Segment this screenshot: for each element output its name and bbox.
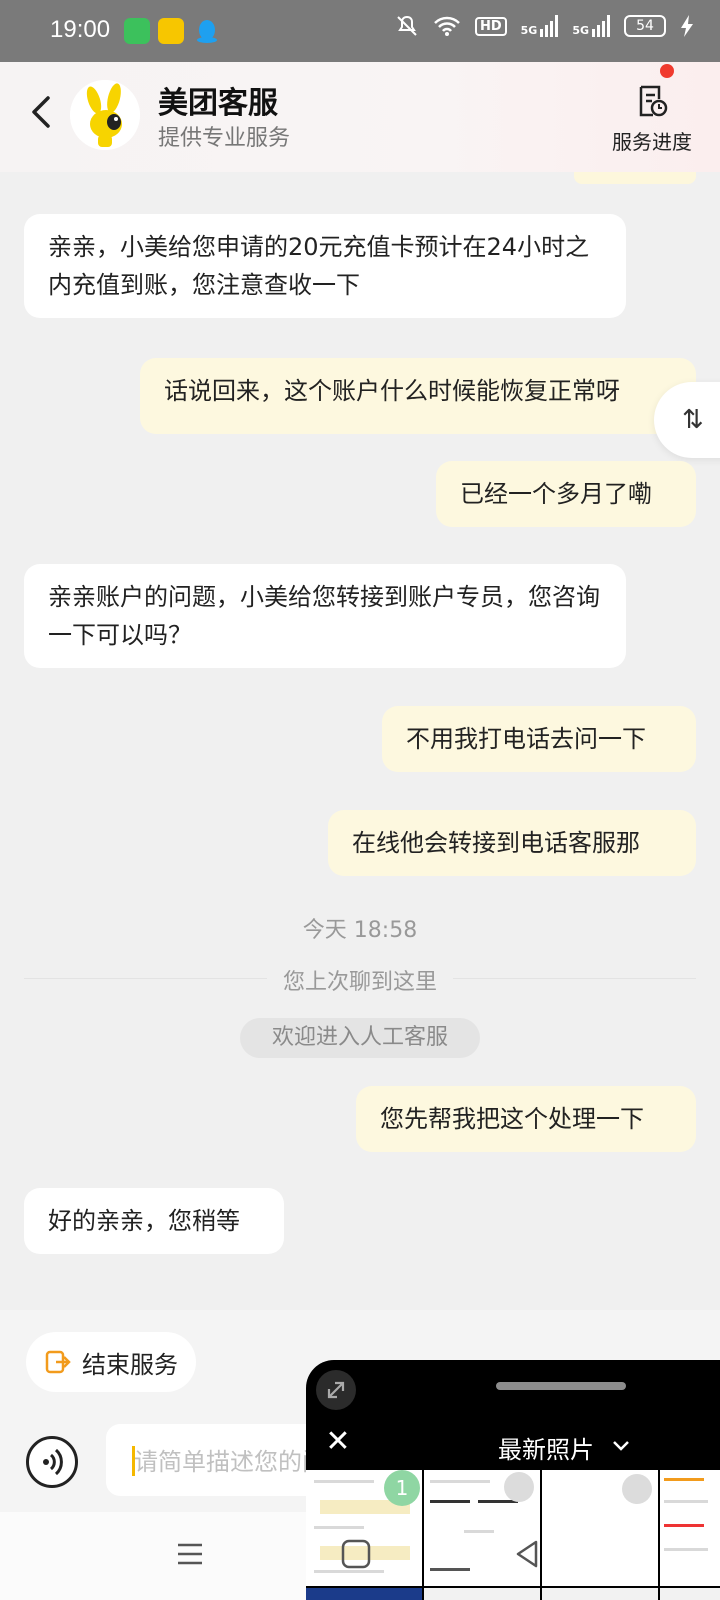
end-service-button[interactable]: 结束服务: [26, 1332, 196, 1392]
message-bot: 好的亲亲，您稍等: [24, 1188, 284, 1254]
message-user: 话说回来，这个账户什么时候能恢复正常呀: [140, 358, 696, 434]
charging-icon: [681, 15, 693, 37]
chat-header: 美团客服 提供专业服务 服务进度: [0, 62, 720, 172]
photo-thumbnail[interactable]: [424, 1588, 540, 1600]
end-service-label: 结束服务: [82, 1350, 178, 1379]
signal-icon: [540, 15, 559, 37]
message-user: 在线他会转接到电话客服那: [328, 810, 696, 876]
photo-thumbnail[interactable]: [306, 1588, 422, 1600]
page-title: 美团客服: [158, 86, 278, 121]
message-bot: 亲亲账户的问题，小美给您转接到账户专员，您咨询一下可以吗？: [24, 564, 626, 668]
photo-thumbnail[interactable]: [660, 1588, 720, 1600]
service-progress-label: 服务进度: [612, 130, 692, 154]
battery-icon: 54: [624, 15, 666, 37]
message-user: 您先帮我把这个处理一下: [356, 1086, 696, 1152]
text-cursor: [132, 1446, 135, 1476]
wifi-icon: [434, 16, 460, 36]
exit-icon: [45, 1350, 71, 1374]
notification-dot: [660, 64, 674, 78]
system-notice: 欢迎进入人工客服: [240, 1018, 480, 1058]
voice-input-button[interactable]: [26, 1436, 78, 1488]
message-user: 已经一个多月了嘞: [436, 461, 696, 527]
history-divider-text: 您上次聊到这里: [266, 970, 453, 995]
expand-icon: [327, 1381, 345, 1399]
menu-icon[interactable]: [176, 1540, 204, 1568]
selected-count-badge: 1: [384, 1470, 420, 1506]
network-type-2: 5G: [572, 24, 589, 37]
qq-app-icon: [194, 18, 220, 44]
photo-thumbnails: 1: [306, 1470, 720, 1600]
home-icon[interactable]: [340, 1538, 372, 1570]
signal-icon-2: [592, 15, 610, 37]
status-bar: 19:00 HD 5G 5G 54: [0, 0, 720, 62]
avatar[interactable]: [70, 80, 140, 150]
photo-thumbnail[interactable]: [542, 1470, 658, 1586]
scroll-toggle-button[interactable]: ⇅: [654, 382, 720, 458]
photo-thumbnail[interactable]: [542, 1588, 658, 1600]
expand-button[interactable]: [316, 1370, 356, 1410]
page-subtitle: 提供专业服务: [158, 126, 291, 151]
network-type: 5G: [520, 24, 538, 37]
photo-thumbnail[interactable]: [660, 1470, 720, 1586]
status-time: 19:00: [50, 16, 111, 43]
hd-badge: HD: [474, 16, 507, 36]
chevron-down-icon[interactable]: [610, 1434, 632, 1456]
message-timestamp: 今天 18:58: [302, 918, 418, 943]
battery-level: 54: [636, 18, 654, 34]
document-clock-icon: [639, 85, 668, 117]
message-bot: 亲亲，小美给您申请的20元充值卡预计在24小时之内充值到账，您注意查收一下: [24, 214, 626, 318]
photo-picker-title[interactable]: 最新照片: [498, 1430, 594, 1465]
drag-handle[interactable]: [496, 1382, 626, 1390]
previous-bubble-edge: [574, 172, 696, 184]
close-icon[interactable]: ✕: [320, 1424, 356, 1459]
message-user: 不用我打电话去问一下: [382, 706, 696, 772]
service-progress-button[interactable]: 服务进度: [604, 84, 700, 155]
voice-icon: [43, 1448, 63, 1476]
mute-icon: [397, 15, 417, 36]
meituan-app-icon: [158, 18, 184, 44]
messages-app-icon: [124, 18, 150, 44]
back-nav-icon[interactable]: [512, 1538, 542, 1570]
back-icon[interactable]: [22, 92, 62, 132]
scroll-toggle-icon: ⇅: [682, 405, 704, 435]
history-divider: 您上次聊到这里: [0, 964, 720, 996]
